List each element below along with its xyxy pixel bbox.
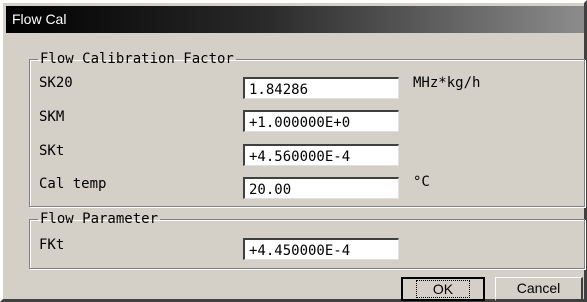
flow-calibration-factor-legend: Flow Calibration Factor bbox=[40, 51, 234, 67]
skm-label: SKM bbox=[39, 109, 65, 125]
title-bar[interactable]: Flow Cal bbox=[6, 6, 584, 33]
skm-field[interactable]: +1.000000E+0 bbox=[243, 110, 399, 132]
sk20-field[interactable]: 1.84286 bbox=[243, 77, 399, 99]
ok-button[interactable]: OK bbox=[401, 277, 485, 301]
skt-label: SKt bbox=[39, 143, 65, 159]
flow-parameter-legend: Flow Parameter bbox=[40, 211, 159, 227]
fkt-field[interactable]: +4.450000E-4 bbox=[243, 238, 399, 260]
cal-temp-label: Cal temp bbox=[39, 176, 107, 192]
cal-temp-unit: °C bbox=[413, 174, 430, 190]
skt-field[interactable]: +4.560000E-4 bbox=[243, 144, 399, 166]
fkt-label: FKt bbox=[39, 237, 65, 253]
cal-temp-field[interactable]: 20.00 bbox=[243, 177, 399, 199]
ok-button-label: OK bbox=[415, 280, 471, 298]
sk20-label: SK20 bbox=[39, 75, 73, 91]
sk20-unit: MHz*kg/h bbox=[413, 75, 481, 91]
cancel-button[interactable]: Cancel bbox=[495, 277, 583, 301]
flow-cal-dialog: Flow Cal Flow Calibration Factor Flow Pa… bbox=[0, 0, 587, 302]
